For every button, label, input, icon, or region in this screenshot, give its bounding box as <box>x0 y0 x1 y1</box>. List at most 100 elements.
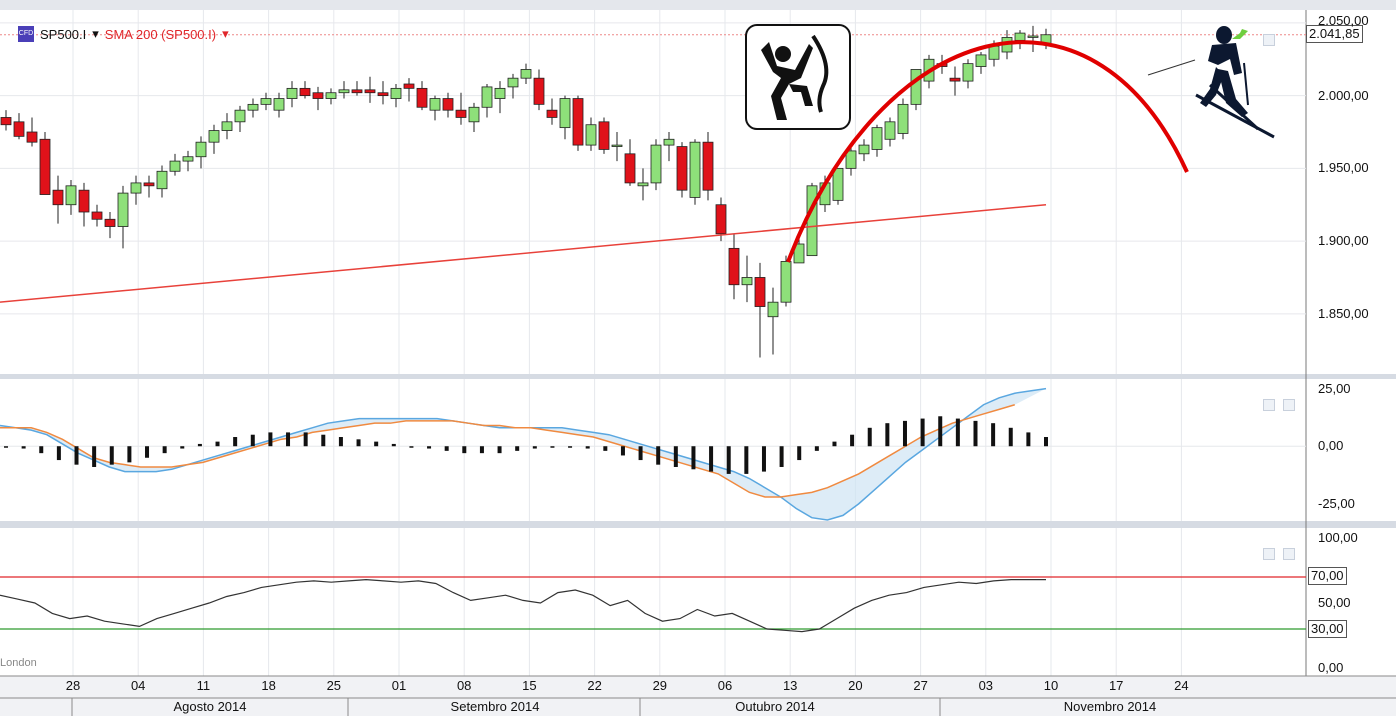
candle <box>481 86 493 108</box>
candle <box>611 144 623 147</box>
candle <box>78 189 90 213</box>
instrument-icon: CFD <box>18 26 34 42</box>
macd-histogram-bar <box>814 446 819 451</box>
x-axis-month-label: Outubro 2014 <box>735 699 815 714</box>
x-axis-day-label: 18 <box>261 678 276 693</box>
candle <box>676 146 688 191</box>
macd-histogram-bar <box>497 446 502 454</box>
climber-icon <box>745 24 851 130</box>
candle <box>195 141 207 158</box>
macd-histogram-bar <box>955 418 960 447</box>
rsi-panel-restore-button[interactable] <box>1263 548 1275 560</box>
candle <box>728 247 740 286</box>
candle <box>208 130 220 143</box>
x-axis-day-label: 28 <box>65 678 81 693</box>
macd-histogram-bar <box>850 434 855 447</box>
candle <box>104 218 116 227</box>
macd-panel-close-button[interactable] <box>1283 399 1295 411</box>
candle <box>182 156 194 162</box>
macd-histogram-bar <box>56 446 61 461</box>
candle <box>650 144 662 184</box>
macd-histogram-bar <box>832 441 837 447</box>
candle <box>1027 35 1039 38</box>
x-axis-day-label: 24 <box>1174 678 1189 693</box>
macd-histogram-bar <box>779 446 784 467</box>
rsi-axis-tick: 0,00 <box>1318 660 1344 675</box>
candle <box>273 98 285 111</box>
macd-histogram-bar <box>867 427 872 447</box>
rsi-panel <box>0 528 1306 676</box>
candle <box>117 192 129 227</box>
macd-histogram-bar <box>374 441 379 447</box>
symbol-dropdown-icon[interactable]: ▾ <box>92 26 99 42</box>
candle <box>884 121 896 140</box>
x-axis-day-label: 29 <box>652 678 668 693</box>
candle <box>442 98 454 111</box>
macd-histogram-bar <box>21 446 26 449</box>
candle <box>390 87 402 99</box>
x-axis-day-label: 20 <box>848 678 863 693</box>
candle <box>702 141 714 191</box>
macd-histogram-bar <box>162 446 167 454</box>
macd-histogram-bar <box>656 446 661 465</box>
macd-histogram-bar <box>250 434 255 447</box>
price-panel-restore-button[interactable] <box>1263 34 1275 46</box>
candle <box>455 109 467 118</box>
candle <box>91 211 103 220</box>
x-axis-day-label: 22 <box>587 678 602 693</box>
candle <box>975 54 987 67</box>
candle <box>572 98 584 146</box>
price-panel <box>0 10 1306 374</box>
x-axis-day-label: 11 <box>196 678 211 693</box>
symbol-name[interactable]: SP500.I <box>40 27 86 42</box>
candle <box>312 92 324 99</box>
candle <box>65 185 77 206</box>
macd-histogram-bar <box>197 443 202 447</box>
macd-histogram-bar <box>550 446 555 448</box>
x-axis-day-label: 06 <box>717 678 733 693</box>
macd-histogram-bar <box>761 446 766 472</box>
macd-histogram-bar <box>515 446 520 451</box>
macd-histogram-bar <box>885 423 890 447</box>
candle <box>260 98 272 105</box>
candle <box>780 261 792 303</box>
macd-histogram-bar <box>638 446 643 461</box>
candle <box>143 182 155 187</box>
macd-histogram-bar <box>444 446 449 451</box>
macd-histogram-bar <box>920 418 925 447</box>
macd-panel-restore-button[interactable] <box>1263 399 1275 411</box>
macd-axis-tick: 25,00 <box>1318 380 1351 396</box>
macd-histogram-bar <box>427 446 432 449</box>
indicator-dropdown-icon[interactable]: ▾ <box>222 26 229 42</box>
macd-histogram-bar <box>391 443 396 447</box>
candle <box>559 98 571 129</box>
candle <box>689 141 701 198</box>
candle <box>325 92 337 99</box>
candle <box>416 87 428 108</box>
candle <box>897 103 909 134</box>
candle <box>39 138 51 195</box>
x-axis-month-label: Novembro 2014 <box>1063 699 1157 714</box>
price-axis-tick: 1.850,00 <box>1318 305 1369 321</box>
macd-histogram-bar <box>603 446 608 451</box>
macd-histogram-bar <box>145 446 150 458</box>
candle <box>715 204 727 235</box>
candle <box>754 277 766 307</box>
candle <box>403 83 415 89</box>
price-axis-tick: 1.900,00 <box>1318 233 1369 249</box>
candle <box>234 109 246 123</box>
x-axis-day-label: 04 <box>130 678 146 693</box>
macd-histogram-bar <box>74 446 79 465</box>
watermark: London <box>0 657 37 669</box>
macd-histogram-bar <box>409 446 414 448</box>
macd-histogram-bar <box>620 446 625 456</box>
overbought-level-badge: 70,00 <box>1308 567 1347 585</box>
candle <box>533 77 545 105</box>
rsi-panel-close-button[interactable] <box>1283 548 1295 560</box>
macd-histogram-bar <box>673 446 678 467</box>
x-axis-month-label: Setembro 2014 <box>450 699 540 714</box>
indicator-name[interactable]: SMA 200 (SP500.I) <box>105 27 216 42</box>
candle <box>845 150 857 169</box>
x-axis-day-label: 13 <box>782 678 798 693</box>
macd-histogram-bar <box>356 439 361 447</box>
